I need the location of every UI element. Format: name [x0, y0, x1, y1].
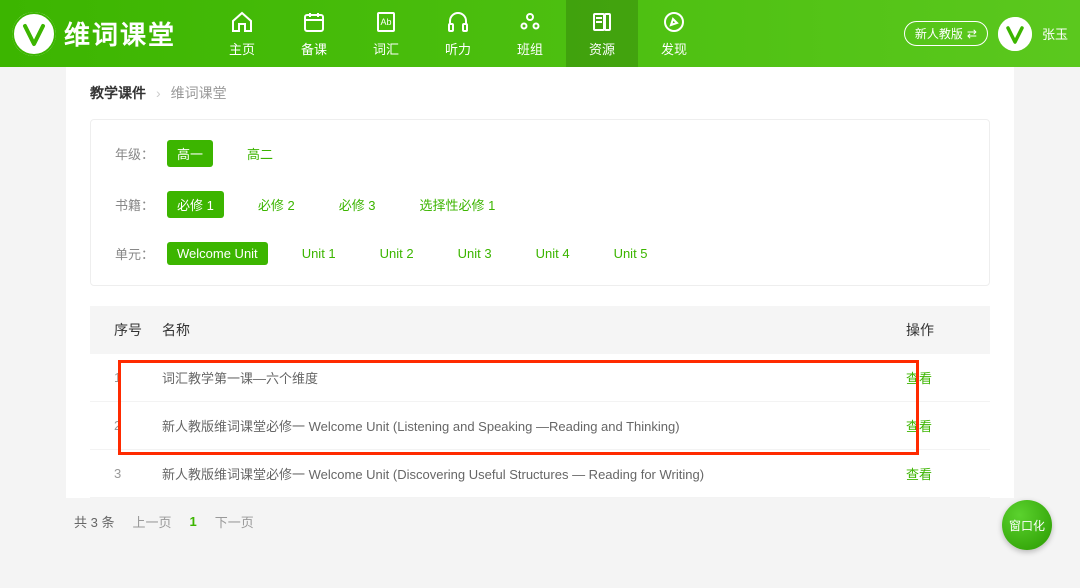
nav-discover[interactable]: 发现 [638, 0, 710, 67]
filter-option[interactable]: 选择性必修 1 [410, 191, 506, 218]
nav-home-label: 主页 [229, 39, 255, 58]
nav-listening[interactable]: 听力 [422, 0, 494, 67]
th-action: 操作 [906, 320, 966, 340]
nav-vocab[interactable]: Ab 词汇 [350, 0, 422, 67]
table-body: 1词汇教学第一课—六个维度查看2新人教版维词课堂必修一 Welcome Unit… [90, 354, 990, 498]
filter-panel: 年级： 高一高二 书籍： 必修 1 必修 2 必修 3 选择性必修 1 单元： Wel… [90, 119, 990, 286]
filter-unit-label: 单元： [115, 244, 167, 263]
view-link[interactable]: 查看 [906, 368, 966, 387]
logo: 维词课堂 [12, 12, 176, 56]
filter-grade-options: 高一高二 [167, 140, 283, 167]
home-icon [229, 9, 255, 35]
pager: 共 3 条 上一页 1 下一页 [66, 512, 1014, 531]
filter-book-row: 书籍： 必修 1 必修 2 必修 3 选择性必修 1 [91, 179, 989, 230]
view-link[interactable]: 查看 [906, 416, 966, 435]
nav-resources-label: 资源 [589, 39, 615, 58]
table-row: 2新人教版维词课堂必修一 Welcome Unit (Listening and… [90, 402, 990, 450]
filter-grade-label: 年级： [115, 144, 167, 163]
windowize-button[interactable]: 窗口化 [1002, 500, 1052, 550]
compass-icon [661, 9, 687, 35]
pager-next[interactable]: 下一页 [215, 512, 254, 531]
filter-option[interactable]: Unit 3 [448, 242, 502, 265]
cell-number: 1 [114, 370, 162, 385]
breadcrumb-current: 维词课堂 [171, 83, 227, 103]
edition-switch-button[interactable]: 新人教版 ⇄ [904, 21, 988, 46]
th-number: 序号 [114, 320, 162, 340]
nav-listening-label: 听力 [445, 39, 471, 58]
cell-name: 新人教版维词课堂必修一 Welcome Unit (Listening and … [162, 416, 906, 435]
app-name: 维词课堂 [64, 15, 176, 52]
table-row: 1词汇教学第一课—六个维度查看 [90, 354, 990, 402]
filter-option[interactable]: 必修 1 [167, 191, 224, 218]
swap-icon: ⇄ [967, 27, 977, 41]
filter-unit-row: 单元： Welcome Unit Unit 1 Unit 2 Unit 3 Unit 4… [91, 230, 989, 277]
filter-option[interactable]: Unit 1 [292, 242, 346, 265]
table-header: 序号 名称 操作 [90, 306, 990, 354]
calendar-icon [301, 9, 327, 35]
pager-prev[interactable]: 上一页 [132, 512, 171, 531]
resources-icon [589, 9, 615, 35]
filter-option[interactable]: Unit 5 [604, 242, 658, 265]
filter-option[interactable]: 必修 2 [248, 191, 305, 218]
filter-unit-options: Welcome Unit Unit 1 Unit 2 Unit 3 Unit 4 Unit… [167, 242, 658, 265]
nav-class[interactable]: 班组 [494, 0, 566, 67]
breadcrumb: 教学课件 › 维词课堂 [66, 67, 1014, 119]
people-icon [517, 9, 543, 35]
filter-option[interactable]: 高二 [237, 140, 283, 167]
pager-current[interactable]: 1 [189, 514, 196, 529]
filter-book-options: 必修 1 必修 2 必修 3 选择性必修 1 [167, 191, 505, 218]
cell-name: 词汇教学第一课—六个维度 [162, 368, 906, 387]
headphones-icon [445, 9, 471, 35]
filter-book-label: 书籍： [115, 195, 167, 214]
app-header: 维词课堂 主页 备课 Ab 词汇 听力 班组 资源 发现 [0, 0, 1080, 67]
filter-option[interactable]: Unit 2 [370, 242, 424, 265]
th-name: 名称 [162, 320, 906, 340]
view-link[interactable]: 查看 [906, 464, 966, 483]
breadcrumb-sep: › [156, 85, 161, 101]
nav-prepare-label: 备课 [301, 39, 327, 58]
breadcrumb-root[interactable]: 教学课件 [90, 83, 146, 103]
avatar[interactable] [998, 17, 1032, 51]
filter-option[interactable]: Welcome Unit [167, 242, 268, 265]
nav-resources[interactable]: 资源 [566, 0, 638, 67]
cell-number: 3 [114, 466, 162, 481]
logo-badge-icon [12, 12, 56, 56]
nav-discover-label: 发现 [661, 39, 687, 58]
svg-text:Ab: Ab [381, 17, 392, 27]
filter-option[interactable]: 必修 3 [329, 191, 386, 218]
nav-class-label: 班组 [517, 39, 543, 58]
filter-grade-row: 年级： 高一高二 [91, 128, 989, 179]
table-row: 3新人教版维词课堂必修一 Welcome Unit (Discovering U… [90, 450, 990, 498]
cell-number: 2 [114, 418, 162, 433]
nav-home[interactable]: 主页 [206, 0, 278, 67]
username[interactable]: 张玉 [1042, 24, 1068, 43]
top-nav: 主页 备课 Ab 词汇 听力 班组 资源 发现 [206, 0, 710, 67]
book-icon: Ab [373, 9, 399, 35]
filter-option[interactable]: 高一 [167, 140, 213, 167]
nav-vocab-label: 词汇 [373, 39, 399, 58]
filter-option[interactable]: Unit 4 [526, 242, 580, 265]
nav-prepare[interactable]: 备课 [278, 0, 350, 67]
edition-label: 新人教版 [915, 25, 963, 42]
cell-name: 新人教版维词课堂必修一 Welcome Unit (Discovering Us… [162, 464, 906, 483]
pager-total: 共 3 条 [74, 512, 114, 531]
